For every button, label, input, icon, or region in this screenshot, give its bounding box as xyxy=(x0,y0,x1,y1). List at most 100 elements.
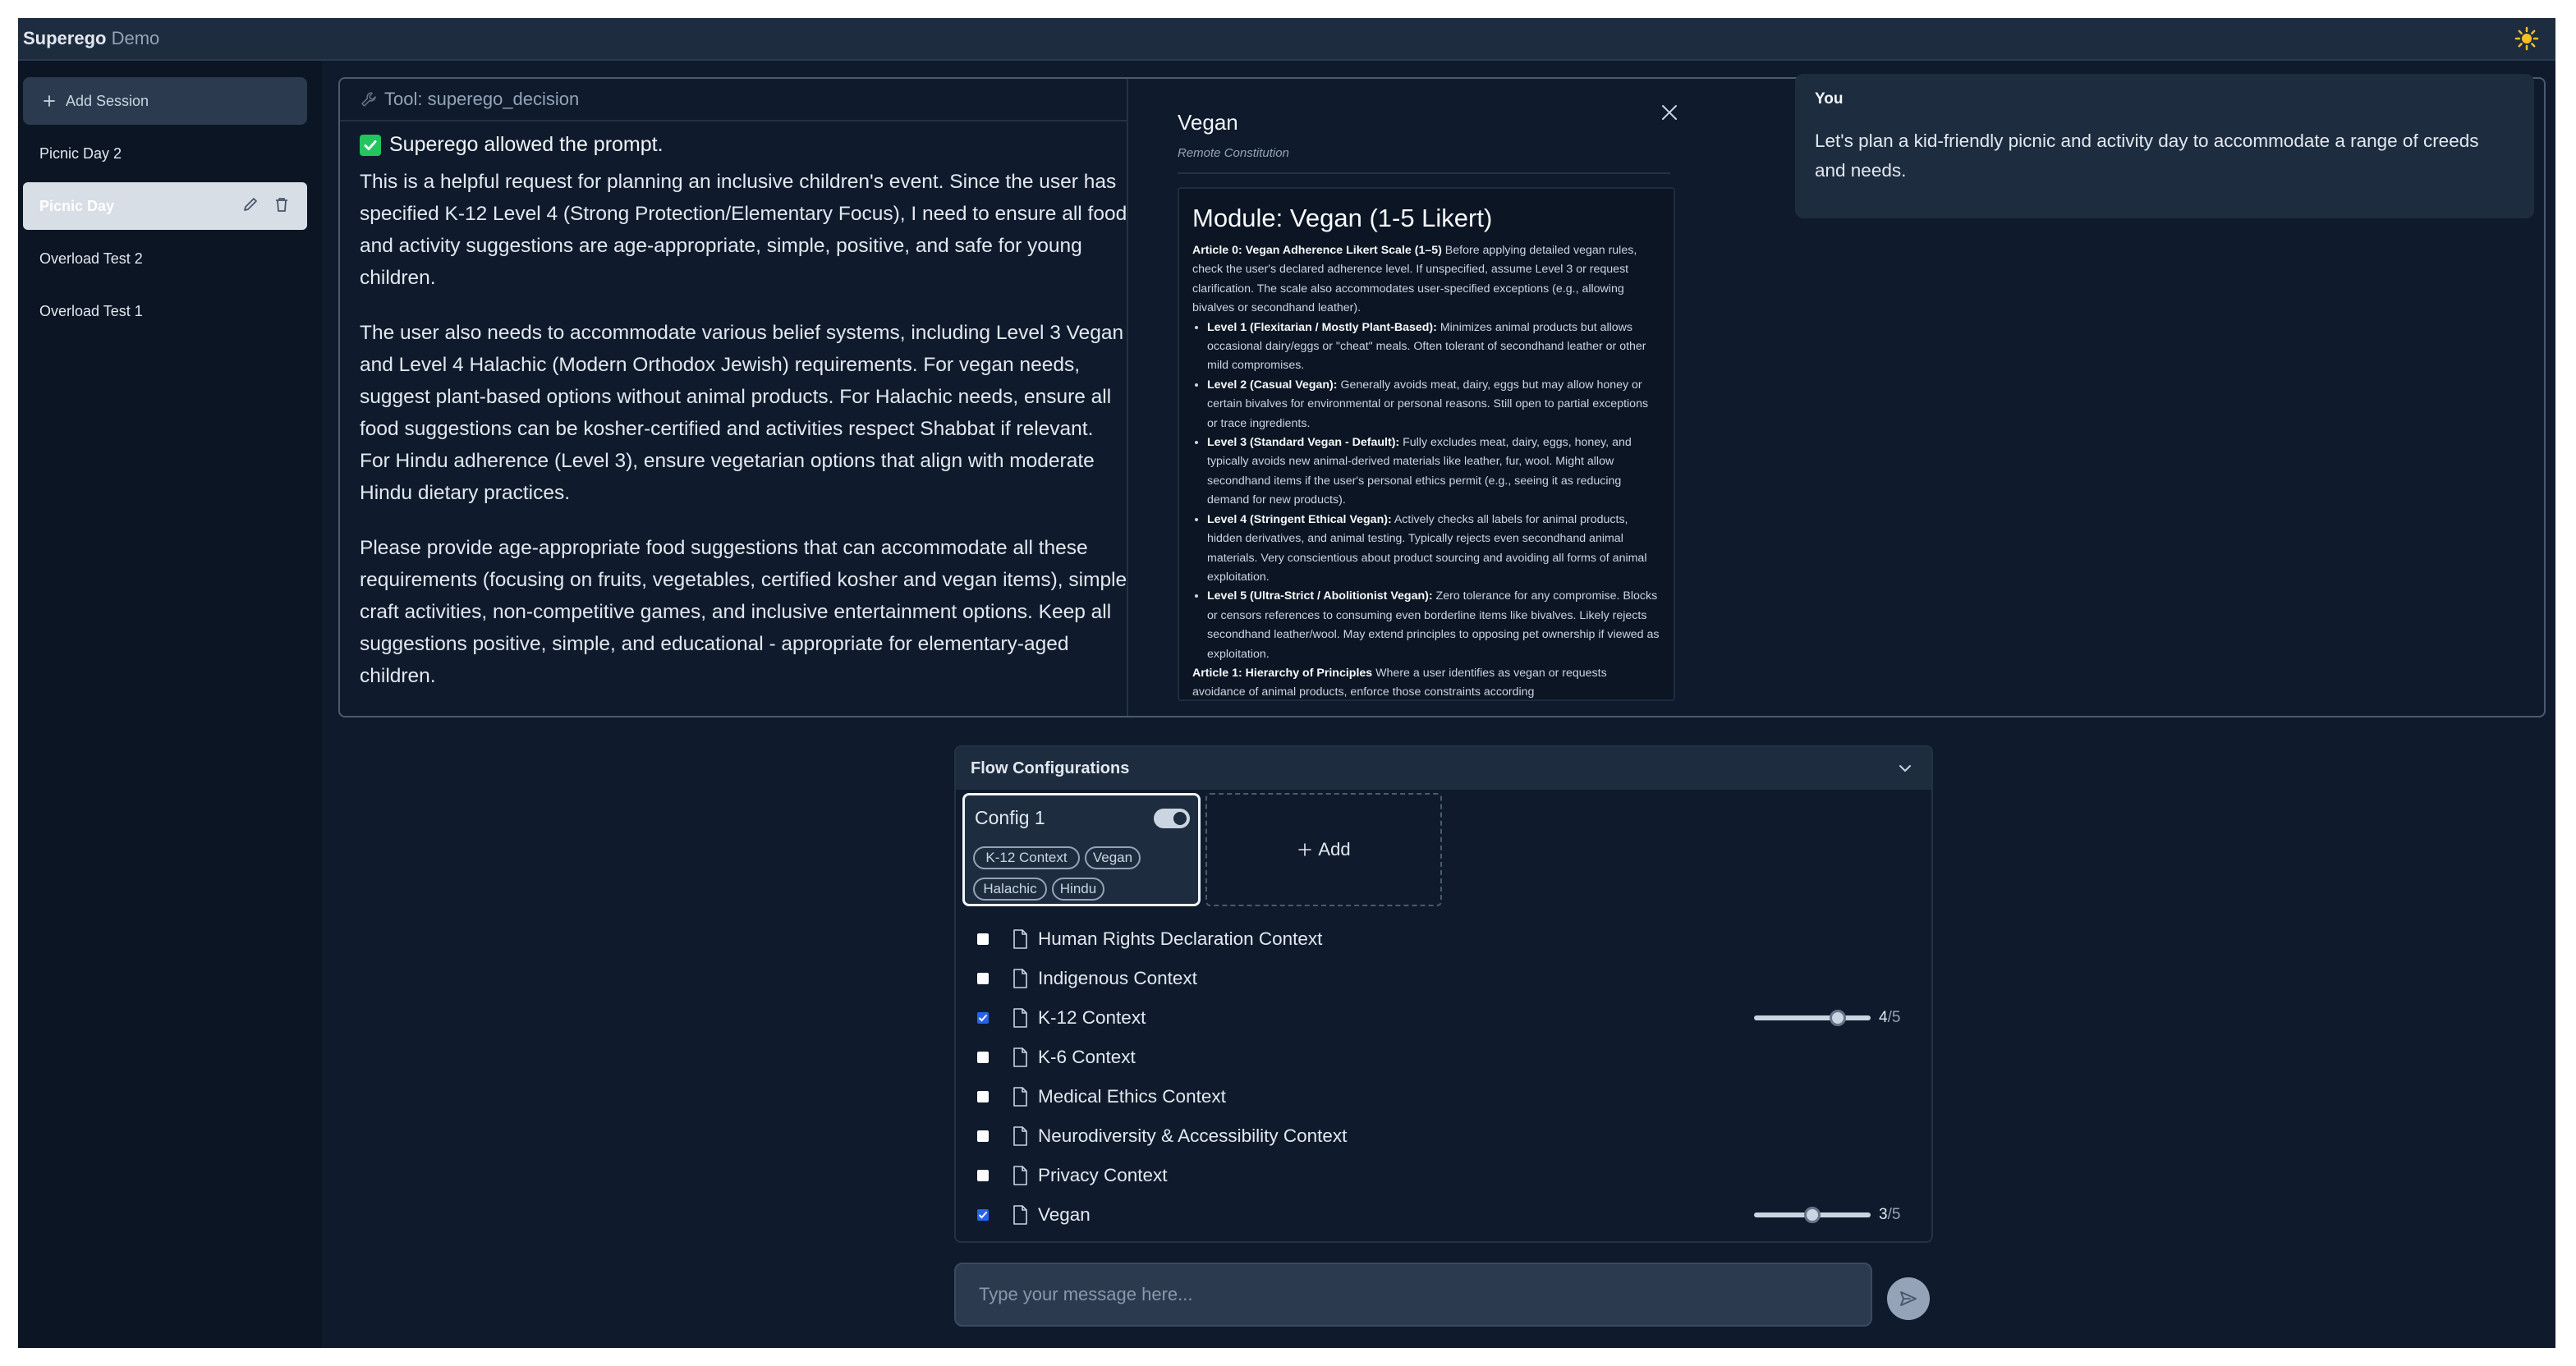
sun-icon[interactable] xyxy=(2514,26,2539,51)
context-row: Neurodiversity & Accessibility Context xyxy=(956,1116,1931,1156)
level-item: Level 4 (Stringent Ethical Vegan): Activ… xyxy=(1207,511,1660,588)
user-message-label: You xyxy=(1815,90,1844,108)
send-button[interactable] xyxy=(1887,1277,1930,1320)
app-window: Superego Demo Add Session Picnic Day 2 P… xyxy=(18,18,2555,1348)
article-0: Article 0: Vegan Adherence Likert Scale … xyxy=(1192,241,1660,319)
divider xyxy=(1178,172,1670,174)
context-row: K-12 Context 4/5 xyxy=(956,998,1931,1038)
brand-suffix: Demo xyxy=(111,28,160,48)
tool-header-label: Tool: superego_decision xyxy=(384,89,580,109)
config-enabled-toggle[interactable] xyxy=(1154,809,1190,828)
config-tag: Vegan xyxy=(1085,846,1141,869)
level-heading: Level 3 (Standard Vegan - Default): xyxy=(1207,436,1400,450)
context-checkbox[interactable] xyxy=(977,973,989,984)
session-actions xyxy=(241,195,291,213)
config-tag: K-12 Context xyxy=(973,846,1080,869)
constitution-panel: Vegan Remote Constitution Module: Vegan … xyxy=(1145,79,1711,716)
trash-icon[interactable] xyxy=(273,195,291,213)
article-1: Article 1: Hierarchy of Principles Where… xyxy=(1192,664,1660,699)
level-numerator: 4 xyxy=(1879,1009,1888,1026)
add-session-label: Add Session xyxy=(66,92,149,109)
module-title: Module: Vegan (1-5 Likert) xyxy=(1192,204,1493,232)
level-list: Level 1 (Flexitarian / Mostly Plant-Base… xyxy=(1192,319,1660,664)
article-heading: Article 0: Vegan Adherence Likert Scale … xyxy=(1192,244,1442,257)
context-label: K-12 Context xyxy=(1038,1007,1146,1028)
context-checkbox[interactable] xyxy=(977,1052,989,1063)
edit-pencil-icon[interactable] xyxy=(241,195,259,213)
context-label: Indigenous Context xyxy=(1038,968,1197,988)
level-denominator: 5 xyxy=(1891,1206,1901,1223)
message-input[interactable] xyxy=(954,1263,1872,1327)
flow-configurations-header[interactable]: Flow Configurations xyxy=(956,747,1931,790)
toggle-knob xyxy=(1173,812,1187,825)
session-label: Picnic Day xyxy=(39,197,115,214)
level-heading: Level 1 (Flexitarian / Mostly Plant-Base… xyxy=(1207,320,1437,334)
level-item: Level 3 (Standard Vegan - Default): Full… xyxy=(1207,433,1660,511)
chevron-down-icon[interactable] xyxy=(1895,759,1915,778)
level-item: Level 1 (Flexitarian / Mostly Plant-Base… xyxy=(1207,319,1660,376)
context-checkbox-checked[interactable] xyxy=(977,1209,989,1221)
constitution-module-content[interactable]: Module: Vegan (1-5 Likert) Article 0: Ve… xyxy=(1178,187,1675,701)
session-item-picnic-day[interactable]: Picnic Day xyxy=(23,182,307,230)
session-item-picnic-day-2[interactable]: Picnic Day 2 xyxy=(23,130,307,177)
context-row: Vegan 3/5 xyxy=(956,1195,1931,1235)
context-label: K-6 Context xyxy=(1038,1047,1136,1067)
close-icon[interactable] xyxy=(1657,100,1682,125)
level-numerator: 3 xyxy=(1879,1206,1888,1223)
context-level-slider[interactable] xyxy=(1754,1207,1871,1223)
module-body: Article 0: Vegan Adherence Likert Scale … xyxy=(1192,241,1660,699)
context-checkbox[interactable] xyxy=(977,933,989,945)
sidebar: Add Session Picnic Day 2 Picnic Day Over… xyxy=(18,61,322,1348)
level-item: Level 5 (Ultra-Strict / Abolitionist Veg… xyxy=(1207,587,1660,664)
context-label: Neurodiversity & Accessibility Context xyxy=(1038,1125,1348,1146)
article-heading: Article 1: Hierarchy of Principles xyxy=(1192,666,1373,680)
session-item-overload-test-1[interactable]: Overload Test 1 xyxy=(23,287,307,335)
session-item-overload-test-2[interactable]: Overload Test 2 xyxy=(23,235,307,282)
context-label: Privacy Context xyxy=(1038,1165,1168,1185)
context-checkbox[interactable] xyxy=(977,1170,989,1181)
document-icon xyxy=(1013,969,1027,988)
session-label: Overload Test 1 xyxy=(39,302,143,319)
plus-icon xyxy=(1298,843,1312,856)
brand-title: Superego Demo xyxy=(23,28,159,49)
config-card[interactable]: Config 1 K-12 Context Vegan Halachic Hin… xyxy=(962,793,1201,906)
level-item: Level 2 (Casual Vegan): Generally avoids… xyxy=(1207,376,1660,433)
add-config-button[interactable]: Add xyxy=(1205,793,1442,906)
context-row: Medical Ethics Context xyxy=(956,1077,1931,1116)
document-icon xyxy=(1013,1205,1027,1225)
level-heading: Level 2 (Casual Vegan): xyxy=(1207,378,1338,392)
decision-paragraph-2: The user also needs to accommodate vario… xyxy=(360,322,1124,504)
level-denominator: 5 xyxy=(1891,1009,1901,1026)
user-message-text: Let's plan a kid-friendly picnic and act… xyxy=(1815,131,2479,181)
context-row: Indigenous Context xyxy=(956,959,1931,998)
level-heading: Level 5 (Ultra-Strict / Abolitionist Veg… xyxy=(1207,589,1433,603)
context-label: Human Rights Declaration Context xyxy=(1038,928,1323,949)
add-session-button[interactable]: Add Session xyxy=(23,77,307,125)
document-icon xyxy=(1013,1047,1027,1067)
decision-paragraph-3: Please provide age-appropriate food sugg… xyxy=(360,537,1127,687)
context-level-value: 3/5 xyxy=(1879,1206,1900,1224)
config-tag: Hindu xyxy=(1052,878,1104,901)
constitution-subtitle: Remote Constitution xyxy=(1178,146,1289,160)
level-heading: Level 4 (Stringent Ethical Vegan): xyxy=(1207,512,1392,526)
tool-decision-pane: Tool: superego_decision Superego allowed… xyxy=(340,79,1128,716)
context-checkbox[interactable] xyxy=(977,1091,989,1102)
config-tag: Halachic xyxy=(973,878,1047,901)
plus-icon xyxy=(44,95,55,107)
context-checkbox-checked[interactable] xyxy=(977,1012,989,1024)
slider-thumb[interactable] xyxy=(1829,1010,1846,1026)
decision-status: Superego allowed the prompt. xyxy=(360,133,664,157)
session-label: Picnic Day 2 xyxy=(39,144,122,162)
context-checkbox[interactable] xyxy=(977,1130,989,1142)
config-name: Config 1 xyxy=(975,807,1045,828)
context-row: Human Rights Declaration Context xyxy=(956,919,1931,959)
document-icon xyxy=(1013,929,1027,949)
tool-header: Tool: superego_decision xyxy=(340,79,1128,121)
decision-status-text: Superego allowed the prompt. xyxy=(389,133,664,156)
context-level-value: 4/5 xyxy=(1879,1009,1900,1027)
top-bar: Superego Demo xyxy=(18,18,2555,61)
slider-thumb[interactable] xyxy=(1804,1207,1821,1223)
flow-configurations-title: Flow Configurations xyxy=(971,759,1130,777)
context-row: Privacy Context xyxy=(956,1156,1931,1195)
context-level-slider[interactable] xyxy=(1754,1010,1871,1026)
